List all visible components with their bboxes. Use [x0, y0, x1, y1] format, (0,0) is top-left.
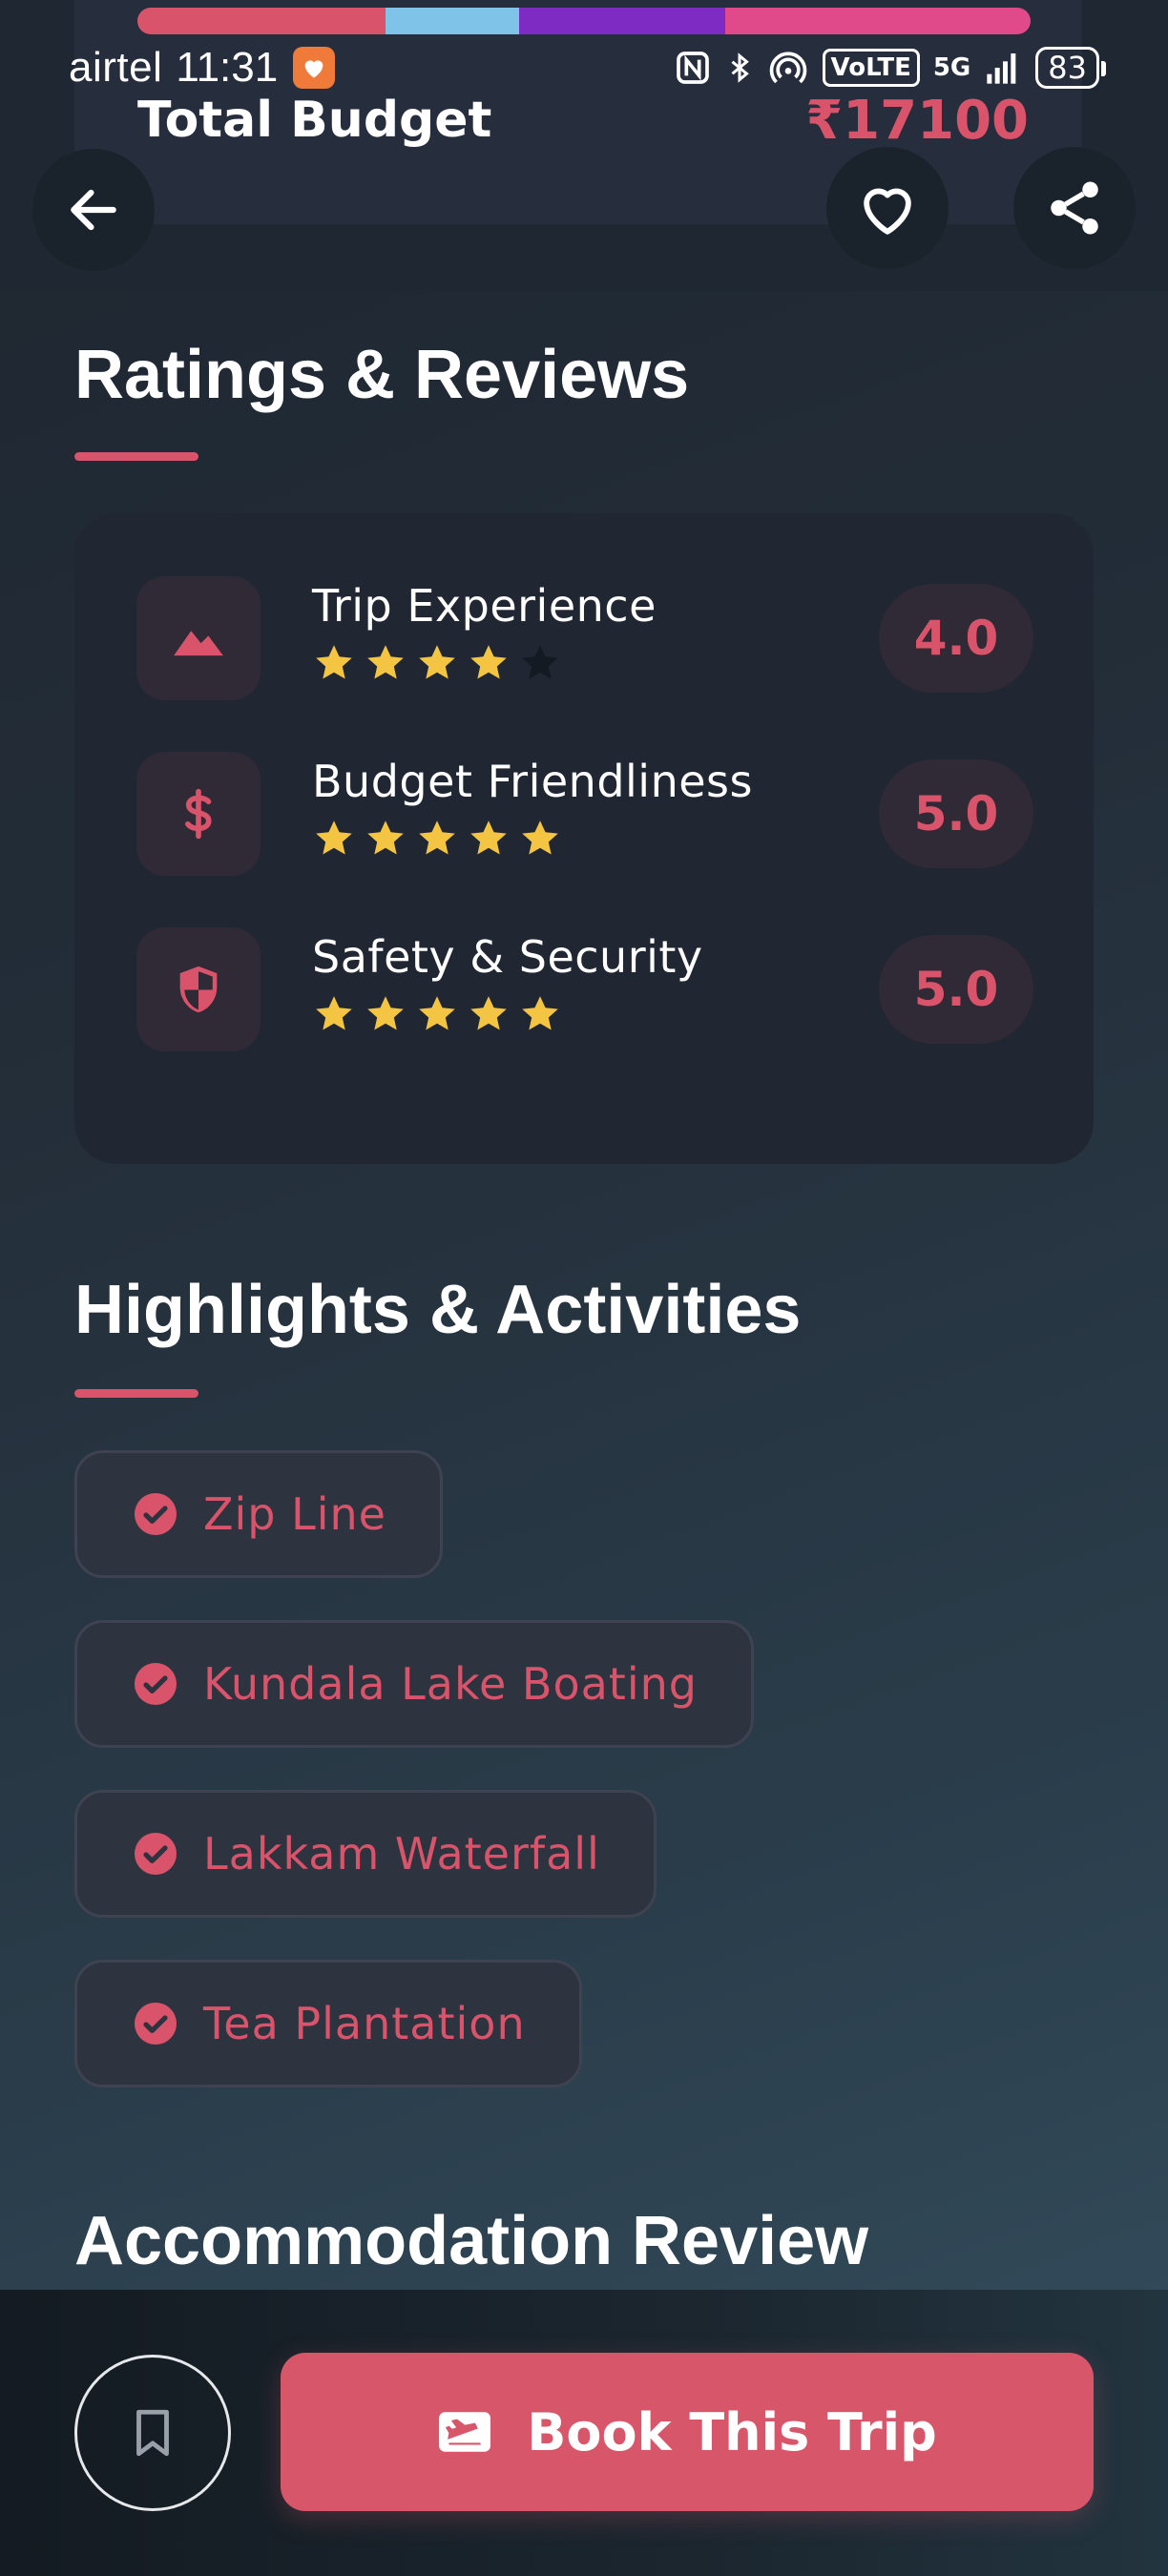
flight-ticket-icon [439, 2412, 491, 2452]
highlights-section-title: Highlights & Activities [74, 1272, 802, 1348]
bookmark-icon [136, 2409, 169, 2457]
nfc-icon [676, 52, 709, 84]
rating-score: 5.0 [879, 759, 1033, 868]
rating-label: Safety & Security [312, 931, 703, 983]
app-notification-icon [293, 47, 336, 89]
signal-icon [987, 53, 1016, 84]
highlight-label: Zip Line [203, 1488, 386, 1540]
battery-indicator: 83 [1035, 47, 1106, 89]
ratings-section-title: Ratings & Reviews [74, 337, 690, 413]
rating-label: Trip Experience [312, 580, 657, 632]
star-filled-icon [316, 821, 352, 855]
star-filled-icon [419, 645, 455, 679]
total-budget-value: ₹17100 [805, 90, 1029, 152]
mountain-icon [174, 631, 223, 656]
ratings-underline [74, 452, 198, 461]
star-filled-icon [470, 645, 507, 679]
rating-score: 4.0 [879, 584, 1033, 693]
star-rating [312, 817, 562, 861]
highlight-chip[interactable]: Zip Line [74, 1450, 443, 1578]
total-budget-label: Total Budget [137, 92, 492, 149]
bookmark-button[interactable] [74, 2355, 231, 2511]
rating-score: 5.0 [879, 935, 1033, 1044]
status-bar: airtel 11:31 VoLTE 5G 83 [69, 38, 1106, 97]
rating-row-safety-security: Safety & Security 5.0 [136, 927, 1033, 1061]
rating-row-trip-experience: Trip Experience 4.0 [136, 576, 1033, 710]
accommodation-section-title: Accommodation Review [74, 2203, 869, 2279]
highlights-underline [74, 1389, 198, 1398]
highlight-chip[interactable]: Kundala Lake Boating [74, 1620, 754, 1748]
check-circle-icon [135, 2003, 177, 2045]
star-filled-icon [367, 996, 404, 1030]
hotspot-icon [769, 52, 806, 84]
share-icon [1051, 181, 1098, 235]
clock: 11:31 [176, 44, 279, 91]
highlight-label: Tea Plantation [203, 1998, 526, 2049]
shield-icon [179, 966, 218, 1013]
book-trip-button[interactable]: Book This Trip [281, 2353, 1094, 2511]
bottom-action-bar: Book This Trip [0, 2290, 1168, 2576]
back-button[interactable] [32, 149, 155, 271]
star-filled-icon [470, 996, 507, 1030]
highlight-label: Kundala Lake Boating [203, 1658, 698, 1710]
star-filled-icon [419, 821, 455, 855]
rating-row-budget-friendliness: Budget Friendliness 5.0 [136, 752, 1033, 885]
carrier-label: airtel [69, 44, 163, 91]
highlight-chip[interactable]: Lakkam Waterfall [74, 1790, 657, 1918]
star-filled-icon [316, 996, 352, 1030]
network-type: 5G [932, 53, 971, 82]
top-header: airtel 11:31 VoLTE 5G 83 Total Budget ₹1… [0, 0, 1168, 291]
rating-label: Budget Friendliness [312, 756, 753, 807]
star-rating [312, 992, 562, 1036]
star-filled-icon [522, 996, 558, 1030]
star-empty-icon [522, 645, 558, 679]
star-rating [312, 641, 562, 685]
dollar-icon [185, 788, 212, 840]
budget-color-bar [137, 8, 1031, 34]
star-filled-icon [316, 645, 352, 679]
volte-badge: VoLTE [822, 49, 920, 87]
star-filled-icon [367, 645, 404, 679]
star-filled-icon [419, 996, 455, 1030]
rating-icon-box [136, 576, 261, 700]
rating-icon-box [136, 927, 261, 1051]
bluetooth-icon [731, 52, 749, 83]
check-circle-icon [135, 1833, 177, 1875]
check-circle-icon [135, 1663, 177, 1705]
rating-icon-box [136, 752, 261, 876]
ratings-card: Trip Experience 4.0 Budget Friendliness … [74, 513, 1094, 1164]
highlight-label: Lakkam Waterfall [203, 1828, 600, 1880]
check-circle-icon [135, 1493, 177, 1535]
book-trip-label: Book This Trip [527, 2401, 937, 2462]
status-icons: VoLTE 5G 83 [674, 47, 1106, 89]
star-filled-icon [470, 821, 507, 855]
favorite-button[interactable] [826, 147, 949, 269]
star-filled-icon [367, 821, 404, 855]
arrow-left-icon [71, 189, 116, 231]
highlight-chip[interactable]: Tea Plantation [74, 1960, 582, 2088]
share-button[interactable] [1013, 147, 1136, 269]
heart-icon [864, 188, 911, 235]
star-filled-icon [522, 821, 558, 855]
